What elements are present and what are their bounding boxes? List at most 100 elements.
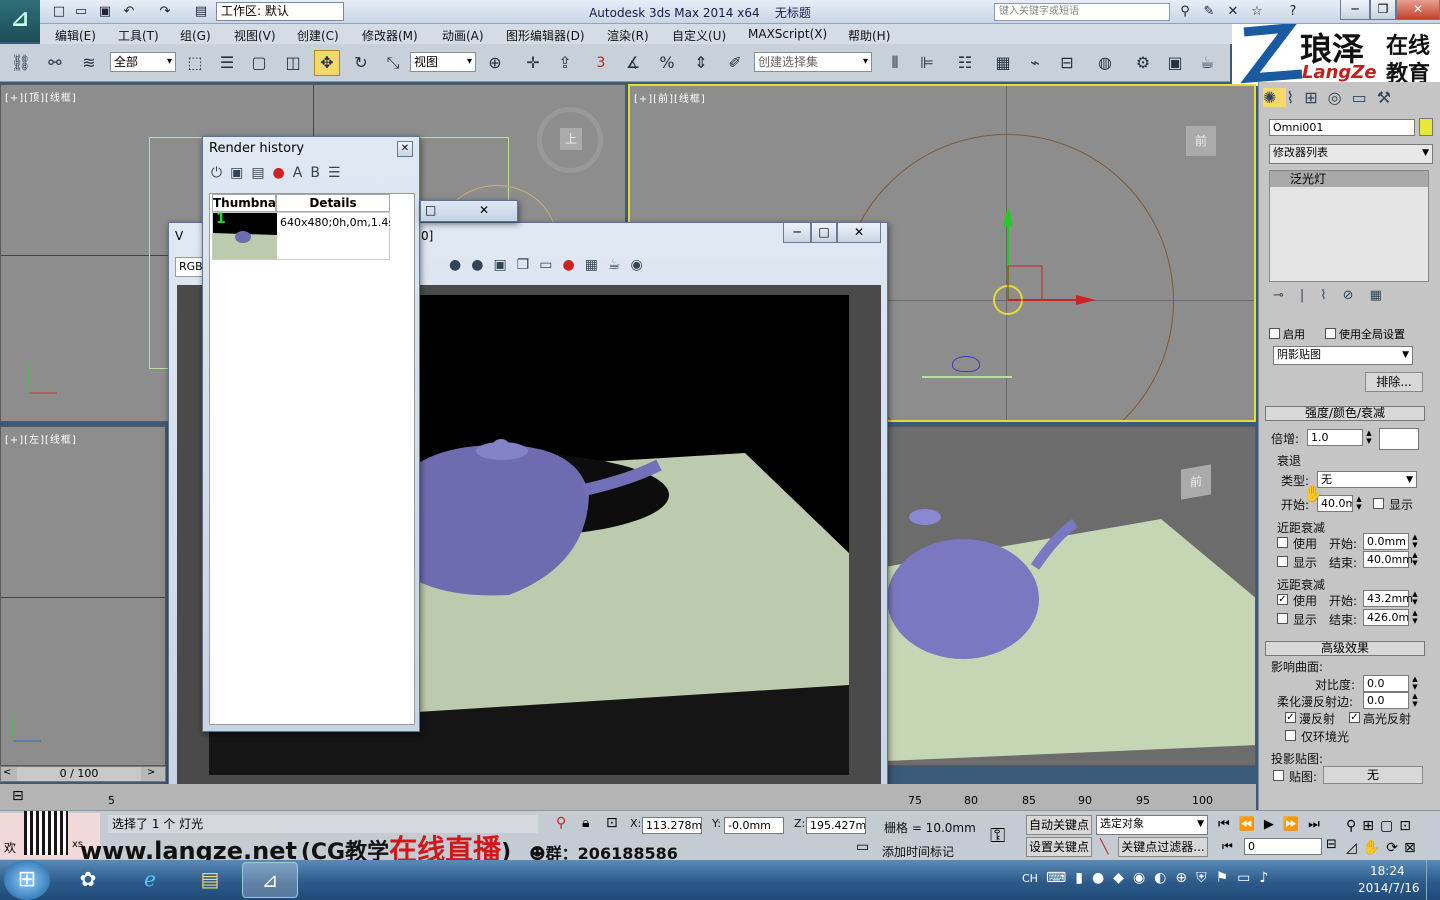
bind-spacewarp-icon[interactable]: ≋ [76,50,102,76]
minimize-button[interactable]: ─ [1340,0,1370,20]
angle-snap-icon[interactable]: ∡ [620,50,646,76]
frame-close-button[interactable]: ✕ [837,223,881,243]
mirror-icon[interactable]: ⫴ [882,50,908,76]
close-button[interactable]: ✕ [1396,0,1440,20]
time-next-icon[interactable]: > [147,767,155,778]
exclude-button[interactable]: 排除... [1365,372,1423,392]
remove-modifier-icon[interactable]: ⊘ [1343,288,1370,303]
print-icon[interactable]: ● [562,257,584,273]
render-icon[interactable]: ☕ [608,257,631,273]
scale-icon[interactable]: ⤡ [380,50,406,76]
tab-modify-icon[interactable]: ⌇ [1286,88,1304,107]
selection-filter-select[interactable]: 全部 [110,52,176,72]
contrast-field[interactable]: 0.0 [1363,675,1409,692]
object-name-field[interactable]: Omni001 [1269,119,1415,136]
rendered-frame-icon[interactable]: ▣ [1162,50,1188,76]
taskbar-explorer-icon[interactable]: ▤ [182,862,238,898]
zoom-all-icon[interactable]: ⊞ [1362,818,1380,834]
clear-icon[interactable]: ● [471,257,493,273]
move-gizmo[interactable] [970,186,1110,326]
stack-item-omni[interactable]: 泛光灯 [1270,171,1428,187]
zoom-extents-all-icon[interactable]: ⊡ [1399,818,1417,834]
material-editor-icon[interactable]: ◍ [1092,50,1118,76]
menu-edit[interactable]: 编辑(E) [55,27,96,44]
select-manipulate-icon[interactable]: ✛ [520,50,546,76]
rollout-advanced-header[interactable]: 高级效果 [1265,641,1425,656]
unlink-icon[interactable]: ⚯ [42,50,68,76]
key-filters-button[interactable]: 关键点过滤器... [1118,837,1208,857]
ambient-only-checkbox[interactable] [1285,730,1296,741]
menu-group[interactable]: 组(G) [180,27,211,44]
multiplier-spinner[interactable]: ▲ ▼ [1365,429,1373,446]
rollout-intensity-header[interactable]: 强度/颜色/衰减 [1265,406,1425,421]
near-show-checkbox[interactable] [1277,556,1288,567]
near-use-checkbox[interactable] [1277,537,1288,548]
map-checkbox[interactable] [1273,770,1284,781]
prev-frame-icon[interactable]: ⏪ [1239,817,1264,832]
shadow-enable-checkbox[interactable] [1269,328,1280,339]
tray-app3-icon[interactable]: ◉ [1133,870,1154,886]
hidden-window-close-icon[interactable]: ✕ [479,203,489,217]
time-config-icon[interactable]: ⊟ [1326,837,1337,852]
tab-motion-icon[interactable]: ◎ [1328,88,1352,107]
decay-type-select[interactable]: 无 ▼ [1317,471,1417,488]
delete-icon[interactable]: ● [273,165,293,181]
time-prev-icon[interactable]: < [3,767,11,778]
far-use-checkbox[interactable]: ✓ [1277,594,1288,605]
edit-named-sel-icon[interactable]: ✐ [722,50,748,76]
near-start-field[interactable]: 0.0mm [1363,533,1409,550]
hidden-window-maximize-icon[interactable]: □ [425,203,436,217]
far-start-field[interactable]: 43.2mm [1363,590,1413,607]
viewport-left[interactable]: [+][左][线框] [0,426,166,766]
show-desktop-button[interactable] [1426,860,1440,900]
time-tag-icon[interactable]: ▭ [856,839,869,855]
named-selection-select[interactable]: 创建选择集 [754,52,872,72]
specular-checkbox[interactable]: ✓ [1349,712,1360,723]
input-language[interactable]: CH [1022,872,1038,885]
far-end-spinner[interactable]: ▲ ▼ [1411,609,1419,626]
diffuse-checkbox[interactable]: ✓ [1285,712,1296,723]
menu-maxscript[interactable]: MAXScript(X) [748,27,827,41]
render-setup-icon[interactable]: ⚙ [1130,50,1156,76]
open-icon[interactable]: ▭ [72,3,90,21]
help-icon[interactable]: ? [1284,3,1302,21]
save-history-icon[interactable]: ▣ [230,165,251,181]
z-coord-field[interactable]: 195.427mm [806,817,866,834]
compare-b-icon[interactable]: B [310,165,328,181]
restore-button[interactable]: ❐ [1370,0,1396,20]
save-image-icon[interactable]: ▣ [493,257,516,273]
time-slider[interactable]: < 0 / 100 > [0,766,166,782]
add-time-tag[interactable]: 添加时间标记 [882,843,954,860]
reference-coord-select[interactable]: 视图 [410,52,476,72]
favorites-icon[interactable]: ☆ [1248,3,1266,21]
maximize-vp-icon[interactable]: ⊠ [1404,840,1422,856]
configure-sets-icon[interactable]: ▦ [1370,288,1398,303]
col-thumbnail-header[interactable]: Thumbnai [212,194,276,212]
key-mode-select[interactable]: 选定对象 ▼ [1096,815,1208,835]
battery-icon[interactable]: ▮ [1075,870,1092,886]
binoculars-icon[interactable]: ⚲ [1176,3,1194,21]
col-details-header[interactable]: Details [276,194,390,212]
current-frame-field[interactable]: 0 [1244,838,1322,855]
undo-icon[interactable]: ↶ [120,3,138,21]
menu-create[interactable]: 创建(C) [297,27,339,44]
menu-tools[interactable]: 工具(T) [118,27,159,44]
viewport-left-label[interactable]: [+][左][线框] [5,431,77,446]
auto-key-button[interactable]: 自动关键点 [1026,815,1092,835]
show-end-result-icon[interactable]: | [1300,288,1320,303]
decay-start-spinner[interactable]: ▲ ▼ [1355,495,1363,512]
menu-customize[interactable]: 自定义(U) [672,27,726,44]
pivot-center-icon[interactable]: ⊕ [482,50,508,76]
tray-app4-icon[interactable]: ◐ [1154,870,1175,886]
set-key-icon[interactable]: ⚿ [990,823,1005,847]
far-start-spinner[interactable]: ▲ ▼ [1411,590,1419,607]
clock-date[interactable]: 2014/7/16 [1358,881,1420,895]
tab-create-icon[interactable]: ✺ [1263,88,1287,107]
rotate-icon[interactable]: ↻ [348,50,374,76]
near-start-spinner[interactable]: ▲ ▼ [1411,533,1419,550]
viewport-front-label[interactable]: [+][前][线框] [634,90,706,105]
menu-animation[interactable]: 动画(A) [442,27,484,44]
tray-app5-icon[interactable]: ⊕ [1175,870,1196,886]
keyboard-icon[interactable]: ⌨ [1046,870,1075,886]
zoom-extents-icon[interactable]: ▢ [1380,818,1399,834]
